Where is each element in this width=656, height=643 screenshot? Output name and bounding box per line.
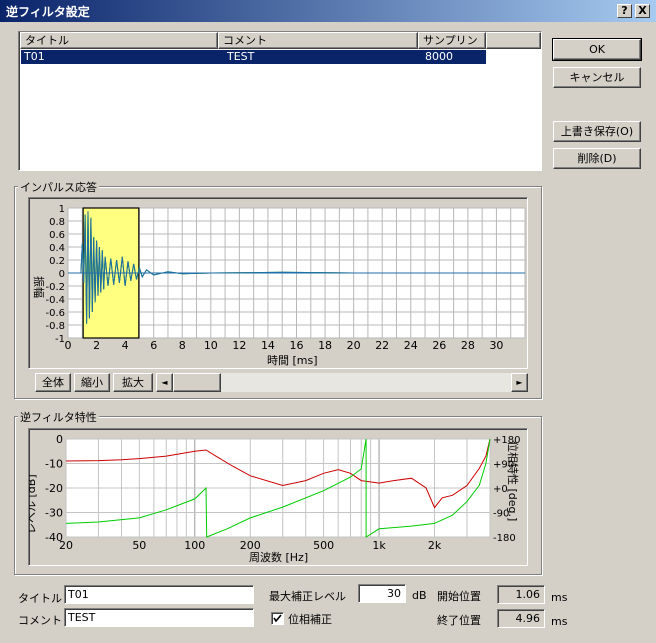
impulse-x-tick-label: 14 bbox=[261, 339, 275, 352]
impulse-x-tick-label: 8 bbox=[179, 339, 186, 352]
impulse-y-tick-label: 0.8 bbox=[49, 217, 65, 228]
impulse-y-tick-label: -0.6 bbox=[45, 308, 65, 319]
filter-y-tick-label: -20 bbox=[45, 482, 63, 495]
impulse-y-tick-label: 1 bbox=[59, 204, 65, 215]
delete-button[interactable]: 削除(D) bbox=[553, 148, 641, 169]
impulse-x-tick-label: 0 bbox=[65, 339, 72, 352]
impulse-x-tick-label: 30 bbox=[489, 339, 503, 352]
filter-chart: 0-10-20-30-40 +180+90+0-90-180 20 50 100 20… bbox=[29, 433, 520, 564]
title-bar: 逆フィルタ設定 ? X bbox=[0, 0, 656, 22]
comment-input[interactable]: TEST bbox=[64, 608, 254, 627]
row-sampling: 8000 bbox=[425, 50, 453, 63]
impulse-y-tick-label: -0.2 bbox=[45, 282, 65, 293]
max-level-label: 最大補正レベル bbox=[269, 590, 346, 603]
impulse-x-ticks: 0 2 4 6 8 10 12 14 16 18 20 22 24 26 28 30 bbox=[65, 339, 504, 352]
filter-y-tick-label: -10 bbox=[45, 458, 63, 471]
filter-list[interactable]: タイトル コメント サンプリング T01 TEST 8000 bbox=[18, 31, 542, 171]
filter-y-ticks: 0-10-20-30-40 bbox=[45, 433, 63, 544]
filter-y-tick-label: 0 bbox=[56, 433, 63, 446]
list-row[interactable]: T01 TEST 8000 bbox=[21, 50, 486, 64]
impulse-x-tick-label: 16 bbox=[290, 339, 304, 352]
impulse-y-tick-label: -0.4 bbox=[45, 295, 65, 306]
end-unit: ms bbox=[551, 615, 568, 628]
zoom-out-button[interactable]: 縮小 bbox=[74, 373, 110, 392]
title-input[interactable]: T01 bbox=[64, 585, 254, 604]
filter-y-label: レベル [dB] bbox=[29, 474, 38, 534]
filter-group-label: 逆フィルタ特性 bbox=[18, 409, 99, 425]
impulse-y-tick-label: 0.4 bbox=[49, 243, 65, 254]
impulse-y-ticks: 1 0.8 0.6 0.4 0.2 0 -0.2 -0.4 -0.6 -0.8 -1 bbox=[45, 204, 65, 345]
zoom-in-button[interactable]: 拡大 bbox=[113, 373, 153, 392]
impulse-y-tick-label: -0.8 bbox=[45, 321, 65, 332]
filter-y-tick-label: -30 bbox=[45, 507, 63, 520]
impulse-x-tick-label: 4 bbox=[122, 339, 129, 352]
cancel-button[interactable]: キャンセル bbox=[553, 67, 641, 88]
scroll-right-icon[interactable]: ► bbox=[511, 373, 528, 392]
help-button[interactable]: ? bbox=[617, 4, 632, 18]
phase-label: 位相補正 bbox=[288, 613, 332, 626]
row-comment: TEST bbox=[227, 50, 255, 63]
show-all-button[interactable]: 全体 bbox=[35, 373, 71, 392]
max-level-input[interactable]: 30 bbox=[358, 584, 406, 603]
phase-checkbox[interactable] bbox=[271, 612, 284, 625]
end-label: 終了位置 bbox=[437, 614, 481, 627]
impulse-x-tick-label: 18 bbox=[318, 339, 332, 352]
impulse-x-tick-label: 22 bbox=[375, 339, 389, 352]
scroll-thumb[interactable] bbox=[173, 373, 221, 392]
impulse-x-tick-label: 2 bbox=[93, 339, 100, 352]
filter-y2-tick-label: -180 bbox=[493, 533, 516, 544]
max-level-unit: dB bbox=[412, 589, 427, 602]
title-label: タイトル bbox=[18, 592, 62, 605]
impulse-y-tick-label: 0.6 bbox=[49, 230, 65, 241]
impulse-x-tick-label: 6 bbox=[150, 339, 157, 352]
filter-x-tick-label: 20 bbox=[59, 539, 73, 552]
column-header-comment[interactable]: コメント bbox=[218, 32, 418, 49]
close-button[interactable]: X bbox=[635, 4, 650, 18]
filter-x-tick-label: 500 bbox=[313, 539, 334, 552]
check-icon bbox=[273, 614, 282, 623]
impulse-y-tick-label: 0 bbox=[59, 269, 65, 280]
filter-x-tick-label: 1k bbox=[372, 539, 386, 552]
impulse-y-tick-label: -1 bbox=[55, 334, 65, 345]
impulse-y-tick-label: 0.2 bbox=[49, 256, 65, 267]
filter-y2-label: 位相特性 [deg.] bbox=[506, 441, 520, 521]
start-unit: ms bbox=[551, 591, 568, 604]
overwrite-save-button[interactable]: 上書き保存(O) bbox=[553, 121, 641, 142]
start-label: 開始位置 bbox=[437, 590, 481, 603]
filter-y2-tick-label: +0 bbox=[493, 484, 508, 495]
scroll-left-icon[interactable]: ◄ bbox=[156, 373, 173, 392]
comment-label: コメント bbox=[18, 614, 62, 627]
impulse-x-label: 時間 [ms] bbox=[267, 354, 318, 367]
end-value: 4.96 bbox=[497, 609, 545, 628]
impulse-y-label: 振幅 bbox=[32, 276, 46, 298]
row-title: T01 bbox=[24, 50, 45, 63]
impulse-chart-frame: 1 0.8 0.6 0.4 0.2 0 -0.2 -0.4 -0.6 -0.8 -1 0 2 4 6 8 10… bbox=[28, 197, 528, 369]
impulse-x-tick-label: 12 bbox=[232, 339, 246, 352]
impulse-x-tick-label: 26 bbox=[432, 339, 446, 352]
start-value: 1.06 bbox=[497, 585, 545, 604]
impulse-chart: 10.80.60.40.20-0.2-0.4-0.6-0.8-1 0 2 4 6 8 10… bbox=[32, 204, 526, 367]
column-header-title[interactable]: タイトル bbox=[20, 32, 218, 49]
impulse-x-tick-label: 20 bbox=[347, 339, 361, 352]
impulse-x-tick-label: 24 bbox=[404, 339, 418, 352]
impulse-group-label: インパルス応答 bbox=[18, 179, 99, 195]
filter-x-tick-label: 100 bbox=[184, 539, 205, 552]
window-title: 逆フィルタ設定 bbox=[6, 5, 90, 19]
column-header-empty bbox=[486, 32, 541, 49]
impulse-x-tick-label: 28 bbox=[461, 339, 475, 352]
impulse-x-tick-label: 10 bbox=[204, 339, 218, 352]
filter-x-tick-label: 2k bbox=[428, 539, 442, 552]
impulse-scrollbar[interactable]: ◄ ► bbox=[156, 373, 528, 392]
filter-x-label: 周波数 [Hz] bbox=[249, 551, 308, 564]
ok-button[interactable]: OK bbox=[552, 38, 642, 61]
filter-x-tick-label: 50 bbox=[132, 539, 146, 552]
column-header-sampling[interactable]: サンプリング bbox=[418, 32, 486, 62]
filter-chart-frame: 0 -10 -20 -30 -40 +180 +90 +0 -90 -180 20 50 100 20… bbox=[28, 428, 528, 566]
